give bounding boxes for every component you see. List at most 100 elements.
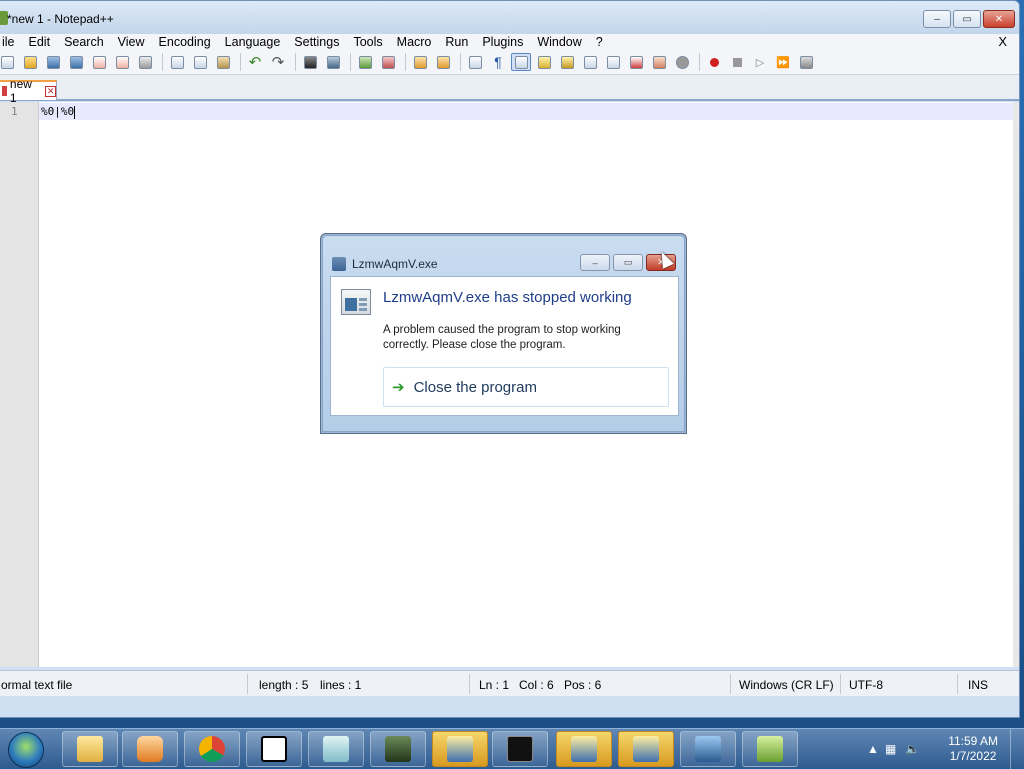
close-icon[interactable] [89,53,109,71]
menu-macro[interactable]: Macro [390,34,439,50]
sync-h-icon[interactable] [433,53,453,71]
close-program-label: Close the program [413,378,537,396]
menu-language[interactable]: Language [218,34,288,50]
save-all-icon[interactable] [66,53,86,71]
volume-icon[interactable]: 🔈 [905,742,920,756]
taskbar-warning-app-2[interactable] [556,731,612,767]
taskbar-warning-app-1[interactable] [432,731,488,767]
menu-help[interactable]: ? [589,34,610,50]
menu-view[interactable]: View [111,34,152,50]
network-icon [695,736,721,762]
sync-v-icon[interactable] [410,53,430,71]
menu-window[interactable]: Window [530,34,588,50]
menu-close-doc[interactable]: X [998,34,1007,49]
status-file-type: ormal text file [1,678,73,692]
zoom-out-icon[interactable] [378,53,398,71]
stop-macro-icon[interactable] [727,53,747,71]
close-button[interactable]: ✕ [983,10,1015,28]
app-icon [332,257,346,271]
show-desktop-button[interactable] [1010,729,1024,769]
warning-app-icon [633,736,659,762]
taskbar-notepadpp[interactable] [742,731,798,767]
taskbar-monitor-app[interactable] [370,731,426,767]
taskbar-notepad[interactable] [308,731,364,767]
open-folder-icon[interactable] [649,53,669,71]
dialog-minimize-button[interactable]: – [580,254,610,271]
menu-edit[interactable]: Edit [22,34,58,50]
status-encoding[interactable]: UTF-8 [849,678,883,692]
status-eol[interactable]: Windows (CR LF) [739,678,834,692]
menu-encoding[interactable]: Encoding [152,34,218,50]
status-mode[interactable]: INS [968,678,988,692]
clock-date: 1/7/2022 [949,749,997,763]
status-bar: ormal text file length : 5 lines : 1 Ln … [0,670,1019,696]
menu-file[interactable]: ile [0,34,22,50]
menu-tools[interactable]: Tools [346,34,389,50]
dialog-title: LzmwAqmV.exe [352,257,438,271]
taskbar-7zip[interactable] [246,731,302,767]
tab-new-1[interactable]: new 1 ✕ [0,77,57,105]
code-line[interactable]: %0|%0 [41,105,76,119]
cut-icon[interactable] [167,53,187,71]
copy-icon[interactable] [190,53,210,71]
zoom-in-icon[interactable] [355,53,375,71]
menu-bar: ile Edit Search View Encoding Language S… [0,34,1019,50]
menu-run[interactable]: Run [438,34,475,50]
taskbar-warning-app-3[interactable] [618,731,674,767]
undo-icon[interactable]: ↶ [245,53,265,71]
dialog-heading: LzmwAqmV.exe has stopped working [383,289,632,306]
all-chars-icon[interactable]: ¶ [488,53,508,71]
udl-icon[interactable] [534,53,554,71]
doc-map-icon[interactable] [557,53,577,71]
monitor-icon[interactable] [626,53,646,71]
replace-icon[interactable] [323,53,343,71]
wrap-icon[interactable] [465,53,485,71]
menu-search[interactable]: Search [57,34,111,50]
indent-guide-icon[interactable] [511,53,531,71]
play-macro-icon[interactable]: ▷ [750,53,770,71]
tab-close-icon[interactable]: ✕ [45,85,56,97]
record-macro-icon[interactable] [704,53,724,71]
toolbar: ↶ ↷ ¶ ▷ ⏩ [0,50,1019,75]
function-list-icon[interactable] [580,53,600,71]
menu-plugins[interactable]: Plugins [475,34,530,50]
print-icon[interactable] [135,53,155,71]
start-button[interactable] [8,732,44,768]
status-col: Col : 6 [519,678,554,692]
network-tray-icon[interactable]: ▦ [885,742,896,756]
paste-icon[interactable] [213,53,233,71]
status-pos: Pos : 6 [564,678,602,692]
minimize-button[interactable]: – [923,10,951,28]
open-icon[interactable] [20,53,40,71]
toolbar-separator [295,53,296,71]
show-hidden-icons-icon[interactable]: ▲ [867,742,879,756]
cloud-icon[interactable] [672,53,692,71]
close-program-button[interactable]: ➔ Close the program [383,367,669,407]
save-icon[interactable] [43,53,63,71]
redo-icon[interactable]: ↷ [268,53,288,71]
text-caret [74,105,76,119]
new-icon[interactable] [0,53,17,71]
close-all-icon[interactable] [112,53,132,71]
taskbar-media-player[interactable] [122,731,178,767]
taskbar-chrome[interactable] [184,731,240,767]
clock[interactable]: 11:59 AM 1/7/2022 [948,734,998,764]
find-icon[interactable] [300,53,320,71]
status-ln: Ln : 1 [479,678,510,692]
dialog-message: A problem caused the program to stop wor… [383,324,621,351]
line-number: 1 [11,105,18,118]
taskbar-network[interactable] [680,731,736,767]
menu-settings[interactable]: Settings [287,34,346,50]
maximize-button[interactable]: ▭ [953,10,981,28]
toolbar-separator [460,53,461,71]
save-macro-icon[interactable] [796,53,816,71]
folder-workspace-icon[interactable] [603,53,623,71]
taskbar-cmd[interactable] [492,731,548,767]
taskbar: ▲ ▦ 🔈 11:59 AM 1/7/2022 [0,728,1024,769]
toolbar-separator [162,53,163,71]
run-macro-multiple-icon[interactable]: ⏩ [773,53,793,71]
taskbar-explorer[interactable] [62,731,118,767]
vertical-scrollbar[interactable] [1013,102,1019,667]
warning-app-icon [447,736,473,762]
dialog-maximize-button[interactable]: ▭ [613,254,643,271]
